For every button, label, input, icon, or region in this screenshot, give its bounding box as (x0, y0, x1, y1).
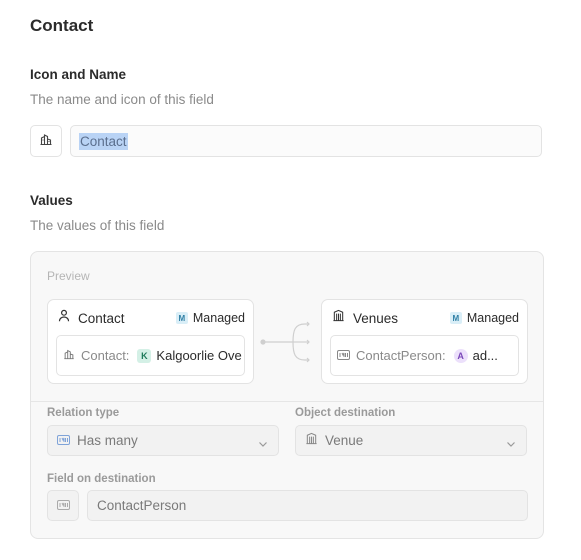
target-field-label: ContactPerson: (356, 348, 446, 363)
source-field-label: Contact: (81, 348, 130, 363)
relation-many-icon (56, 497, 70, 515)
page-title: Contact (30, 16, 94, 35)
icon-name-section-title: Icon and Name (30, 67, 127, 82)
chevron-down-icon (258, 436, 268, 454)
object-destination-label: Object destination (295, 407, 396, 419)
managed-badge: M (175, 312, 188, 324)
icon-picker-button[interactable] (30, 125, 62, 157)
value-initial-badge: K (137, 348, 152, 363)
target-managed-tag: M Managed (449, 311, 519, 325)
relation-many-icon (337, 347, 350, 365)
source-field-preview: Contact: K Kalgoorlie Ove (56, 335, 245, 376)
relation-type-select[interactable]: Has many (47, 425, 279, 456)
target-field-preview: ContactPerson: A ad... (330, 335, 519, 376)
source-card-header: Contact M Managed (58, 309, 245, 327)
values-section-title: Values (30, 193, 73, 208)
destination-field-icon-button[interactable] (47, 490, 79, 521)
value-initial-badge: A (453, 348, 468, 363)
object-destination-value: Venue (325, 433, 364, 448)
target-field-value: ad... (472, 348, 498, 363)
managed-badge: M (449, 312, 462, 324)
source-managed-tag: M Managed (175, 311, 245, 325)
field-name-input[interactable]: Contact (70, 125, 542, 157)
icon-name-section-description: The name and icon of this field (30, 92, 214, 107)
chevron-down-icon (506, 436, 516, 454)
relation-many-icon (57, 432, 70, 450)
source-field-value: Kalgoorlie Ove (156, 348, 242, 363)
source-card-title: Contact (78, 310, 125, 326)
venue-icon (332, 309, 345, 327)
values-panel: Preview Contact M Managed Contact: K Kal… (30, 251, 544, 539)
preview-label: Preview (47, 269, 90, 283)
managed-label: Managed (192, 311, 245, 325)
target-card-title: Venues (353, 310, 399, 326)
field-on-destination-label: Field on destination (47, 473, 156, 485)
target-card-header: Venues M Managed (332, 309, 519, 327)
source-object-card: Contact M Managed Contact: K Kalgoorlie … (47, 299, 254, 384)
object-destination-select[interactable]: Venue (295, 425, 527, 456)
building-icon (39, 132, 53, 151)
managed-label: Managed (466, 311, 519, 325)
person-icon (58, 309, 70, 327)
field-name-value: Contact (79, 132, 128, 150)
building-icon (63, 347, 75, 365)
target-object-card: Venues M Managed ContactPerson: A ad... (321, 299, 528, 384)
panel-divider (31, 401, 543, 402)
relation-type-label: Relation type (47, 407, 120, 419)
relation-connector-icon (260, 321, 310, 363)
values-section-description: The values of this field (30, 218, 165, 233)
venue-icon (305, 432, 318, 450)
relation-type-value: Has many (77, 433, 138, 448)
field-on-destination-input[interactable]: ContactPerson (87, 490, 528, 521)
